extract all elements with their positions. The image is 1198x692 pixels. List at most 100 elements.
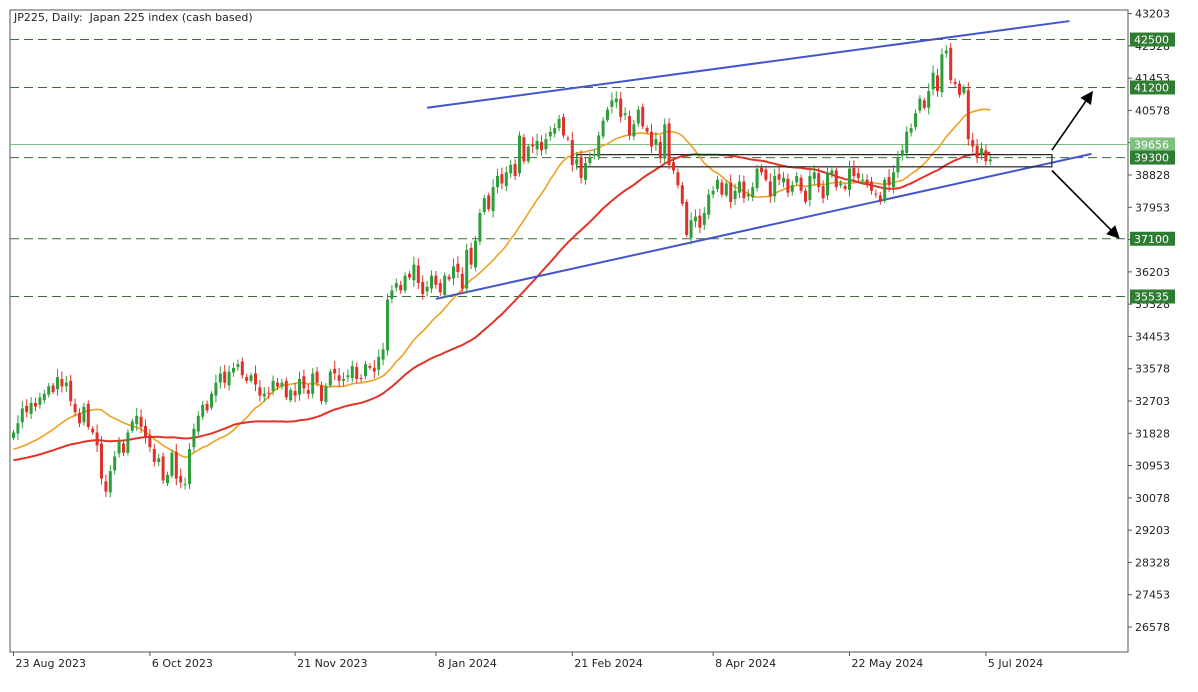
candle-body <box>566 138 570 140</box>
candle-body <box>170 452 174 476</box>
candle-body <box>628 116 631 136</box>
candle-body <box>293 390 297 396</box>
candle-body <box>82 406 86 423</box>
candle-body <box>359 378 363 380</box>
direction-arrow <box>1051 169 1120 239</box>
candle-body <box>870 181 873 191</box>
candle-body <box>205 403 209 411</box>
candle-body <box>526 146 530 162</box>
candle-body <box>680 185 684 204</box>
candle-body <box>276 382 279 387</box>
x-tick-label: 23 Aug 2023 <box>16 657 86 670</box>
candle-body <box>91 428 95 433</box>
candle-body <box>73 403 77 413</box>
candle-body <box>333 368 337 374</box>
level-label-text: 39656 <box>1134 138 1169 151</box>
y-tick-label: 27453 <box>1135 589 1170 602</box>
candle-body <box>795 176 799 183</box>
candle-body <box>174 451 178 479</box>
candle-body <box>914 113 917 128</box>
candle-body <box>192 428 196 448</box>
candle-body <box>12 432 15 438</box>
candle-body <box>394 283 398 288</box>
y-tick-label: 26578 <box>1135 621 1170 634</box>
candle-body <box>328 371 332 386</box>
candle-body <box>183 484 187 486</box>
level-label: 42500 <box>1130 32 1175 47</box>
candle-body <box>372 367 376 372</box>
candle-body <box>619 98 623 117</box>
candle-body <box>645 128 649 132</box>
candle-body <box>676 172 680 186</box>
candle-body <box>949 47 953 81</box>
x-tick-label: 21 Feb 2024 <box>574 657 642 670</box>
candle-body <box>883 179 887 201</box>
candle-body <box>86 403 90 427</box>
candle-body <box>878 195 882 202</box>
candle-body <box>984 150 988 162</box>
candle-body <box>416 265 420 284</box>
candle-body <box>658 141 662 158</box>
candle-body <box>29 402 33 415</box>
candle-body <box>267 392 271 394</box>
candle-body <box>38 397 42 405</box>
candle-body <box>245 377 249 381</box>
candle-body <box>856 173 860 178</box>
y-tick-label: 29203 <box>1135 524 1170 537</box>
candle-body <box>386 299 389 351</box>
candle-body <box>557 118 561 129</box>
candle-body <box>865 179 869 184</box>
y-tick-label: 28328 <box>1135 556 1170 569</box>
candle-body <box>482 198 486 213</box>
candle-body <box>249 375 253 381</box>
candle-body <box>240 361 244 376</box>
candle-body <box>966 90 970 140</box>
x-tick-label: 21 Nov 2023 <box>297 657 367 670</box>
candle-body <box>821 186 825 199</box>
candle-body <box>412 264 416 281</box>
level-label: 35535 <box>1130 289 1175 304</box>
candle-body <box>509 164 513 174</box>
candle-body <box>773 176 777 197</box>
x-tick-label: 6 Oct 2023 <box>152 657 213 670</box>
candle-body <box>575 159 579 165</box>
candle-body <box>887 176 891 186</box>
candle-body <box>390 290 394 299</box>
moving-average-line <box>13 151 991 462</box>
candle-body <box>425 286 429 292</box>
candle-body <box>742 181 746 199</box>
candle-body <box>324 386 328 403</box>
consolidation-box <box>576 154 1053 168</box>
candle-body <box>755 168 759 189</box>
candle-body <box>78 413 81 424</box>
price-chart[interactable]: JP225, Daily: Japan 225 index (cash base… <box>0 0 1198 688</box>
candle-body <box>306 390 310 394</box>
candle-body <box>812 172 816 179</box>
candle-body <box>817 173 821 188</box>
candle-body <box>786 178 790 193</box>
candle-body <box>100 443 103 479</box>
candle-body <box>337 375 341 381</box>
candle-body <box>474 240 477 268</box>
candle-body <box>729 182 733 202</box>
candle-body <box>496 176 499 188</box>
candle-body <box>962 87 966 94</box>
candle-body <box>421 282 425 295</box>
candle-body <box>144 426 147 438</box>
candle-body <box>707 194 711 215</box>
candle-body <box>614 98 618 103</box>
candle-body <box>51 385 55 392</box>
candle-body <box>298 378 301 395</box>
candle-body <box>808 176 812 201</box>
candle-body <box>254 373 257 385</box>
candle-body <box>126 432 130 453</box>
candle-body <box>236 364 240 367</box>
candle-body <box>355 366 359 379</box>
candle-body <box>284 380 288 398</box>
x-tick-label: 22 May 2024 <box>852 657 924 670</box>
candle-body <box>64 382 68 387</box>
candle-body <box>469 247 473 265</box>
candle-body <box>579 156 583 178</box>
candle-body <box>940 54 944 93</box>
candle-body <box>592 153 596 156</box>
